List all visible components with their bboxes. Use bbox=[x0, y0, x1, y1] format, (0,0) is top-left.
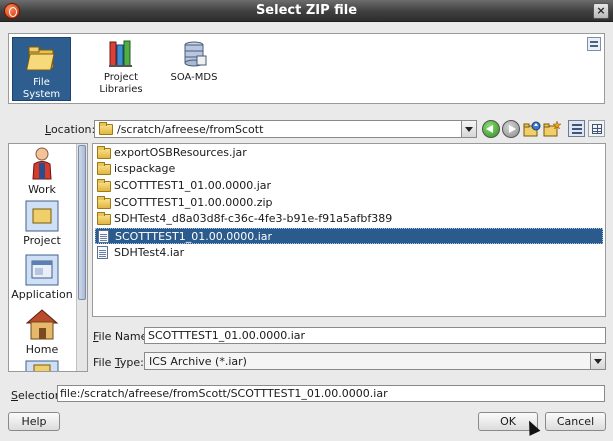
sidebar-scrollbar[interactable] bbox=[76, 144, 87, 371]
list-item[interactable]: SCOTTTEST1_01.00.0000.zip bbox=[95, 195, 603, 211]
file-name-text: SDHTest4.iar bbox=[114, 246, 185, 259]
place-label: Libraries bbox=[99, 84, 143, 95]
home-icon bbox=[25, 309, 59, 340]
sidebar-item-home[interactable]: Home bbox=[9, 307, 75, 356]
list-item[interactable]: exportOSBResources.jar bbox=[95, 145, 603, 161]
places-bar: File System Project Libraries SOA-MDS bbox=[8, 33, 605, 104]
file-system-icon bbox=[25, 46, 54, 71]
location-label: Location: bbox=[45, 123, 96, 136]
location-combo[interactable]: /scratch/afreese/fromScott bbox=[94, 120, 477, 138]
place-file-system[interactable]: File System bbox=[12, 37, 71, 101]
details-view-button[interactable] bbox=[588, 120, 605, 137]
back-button[interactable] bbox=[482, 120, 500, 138]
sidebar-item-label: Project bbox=[23, 234, 61, 247]
shortcuts-sidebar: Work Project Application Home bbox=[8, 143, 88, 372]
new-folder-icon bbox=[543, 120, 562, 137]
file-name-text: SDHTest4_d8a03d8f-c36c-4fe3-b91e-f91a5af… bbox=[114, 212, 393, 225]
sidebar-item-work[interactable]: Work bbox=[9, 147, 75, 196]
application-icon bbox=[25, 254, 59, 286]
sidebar-item-label: Home bbox=[25, 343, 59, 356]
sidebar-item-label: Application bbox=[11, 288, 73, 301]
folder-icon bbox=[97, 162, 111, 175]
sidebar-item-label: Work bbox=[28, 183, 56, 196]
project-libraries-icon bbox=[109, 40, 132, 67]
project-icon bbox=[25, 200, 59, 232]
forward-button[interactable] bbox=[502, 120, 520, 138]
file-list: exportOSBResources.jar icspackage SCOTTT… bbox=[92, 143, 606, 317]
file-name-text: SCOTTTEST1_01.00.0000.jar bbox=[114, 179, 272, 192]
chevron-down-icon[interactable] bbox=[461, 121, 476, 137]
title-bar: Select ZIP file × bbox=[0, 0, 613, 22]
place-label: System bbox=[22, 89, 61, 100]
help-button[interactable]: Help bbox=[8, 412, 60, 431]
new-folder-button[interactable] bbox=[543, 120, 562, 138]
list-item[interactable]: icspackage bbox=[95, 161, 603, 177]
file-type-label: File Type: bbox=[93, 356, 144, 369]
list-item[interactable]: SDHTest4.iar bbox=[95, 245, 603, 261]
places-menu-button[interactable] bbox=[587, 37, 601, 51]
window-title: Select ZIP file bbox=[255, 3, 358, 18]
file-name-field[interactable]: SCOTTTEST1_01.00.0000.iar bbox=[144, 327, 606, 344]
list-view-icon bbox=[572, 124, 582, 136]
file-name-text: exportOSBResources.jar bbox=[114, 146, 247, 159]
folder-icon bbox=[97, 212, 111, 225]
file-icon bbox=[97, 246, 108, 259]
place-label: Project bbox=[103, 72, 139, 83]
soa-mds-icon bbox=[184, 41, 207, 67]
folder-icon bbox=[99, 122, 113, 135]
place-label: File bbox=[33, 77, 50, 88]
sidebar-item-project[interactable]: Project bbox=[9, 200, 75, 247]
sidebar-item-application[interactable]: Application bbox=[9, 254, 75, 301]
cancel-button[interactable]: Cancel bbox=[545, 412, 606, 431]
place-project-libraries[interactable]: Project Libraries bbox=[95, 37, 147, 101]
file-name-text: icspackage bbox=[114, 162, 176, 175]
file-name-text: SCOTTTEST1_01.00.0000.zip bbox=[114, 196, 273, 209]
desktop-icon bbox=[25, 360, 59, 371]
sidebar-item-more[interactable] bbox=[9, 360, 75, 371]
file-name-label: File Name: bbox=[93, 330, 152, 343]
folder-icon bbox=[97, 196, 111, 209]
chevron-down-icon[interactable] bbox=[590, 353, 605, 369]
selection-field[interactable]: file:/scratch/afreese/fromScott/SCOTTTES… bbox=[57, 385, 605, 402]
file-type-value: ICS Archive (*.iar) bbox=[149, 355, 247, 368]
folder-icon bbox=[97, 179, 111, 192]
file-name-text: SCOTTTEST1_01.00.0000.iar bbox=[115, 230, 273, 243]
location-value: /scratch/afreese/fromScott bbox=[117, 123, 264, 136]
up-folder-icon bbox=[523, 121, 541, 137]
file-icon bbox=[98, 230, 109, 243]
list-item[interactable]: SDHTest4_d8a03d8f-c36c-4fe3-b91e-f91a5af… bbox=[95, 211, 603, 227]
file-type-select[interactable]: ICS Archive (*.iar) bbox=[144, 352, 606, 370]
place-label: SOA-MDS bbox=[170, 72, 218, 83]
place-soa-mds[interactable]: SOA-MDS bbox=[166, 37, 222, 101]
details-view-icon bbox=[592, 124, 602, 134]
sidebar-scrollbar-thumb[interactable] bbox=[78, 145, 86, 300]
work-person-icon bbox=[32, 147, 52, 180]
list-view-button[interactable] bbox=[568, 120, 585, 137]
close-window-button[interactable]: × bbox=[593, 3, 609, 19]
list-item-selected[interactable]: SCOTTTEST1_01.00.0000.iar bbox=[95, 228, 603, 244]
list-item[interactable]: SCOTTTEST1_01.00.0000.jar bbox=[95, 178, 603, 194]
up-folder-button[interactable] bbox=[523, 120, 541, 138]
folder-icon bbox=[97, 146, 111, 159]
